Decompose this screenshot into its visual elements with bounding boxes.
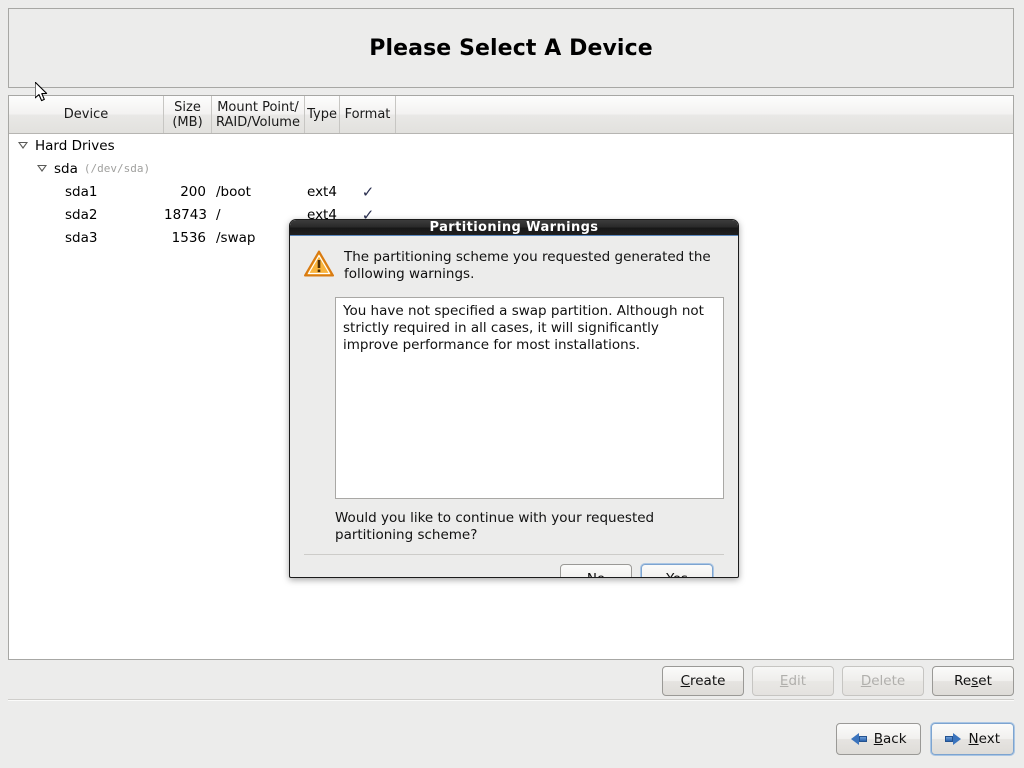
- device-name: sda3: [65, 229, 98, 246]
- column-header-mount-line1: Mount Point/: [217, 99, 299, 115]
- device-name: Hard Drives: [35, 137, 115, 154]
- cell-device: sda (/dev/sda): [9, 161, 164, 177]
- edit-button-label: Edit: [779, 673, 807, 689]
- back-button-label: Back: [873, 731, 907, 747]
- dialog-yes-button-label: Yes: [666, 571, 688, 578]
- cell-device: sda3: [9, 230, 164, 246]
- column-header-type[interactable]: Type: [305, 96, 340, 133]
- column-header-mount-point[interactable]: Mount Point/ RAID/Volume: [212, 96, 305, 133]
- header-panel: Please Select A Device: [8, 8, 1014, 88]
- dialog-warnings-textbox[interactable]: You have not specified a swap partition.…: [335, 297, 724, 499]
- dialog-yes-button[interactable]: Yes: [641, 564, 713, 578]
- create-button-label: Create: [680, 673, 726, 689]
- next-button[interactable]: Next: [930, 723, 1014, 755]
- column-header-format[interactable]: Format: [340, 96, 396, 133]
- column-header-size[interactable]: Size (MB): [164, 96, 212, 133]
- dialog-warning-message: The partitioning scheme you requested ge…: [344, 249, 711, 282]
- cell-size: 1536: [171, 229, 206, 246]
- page-title: Please Select A Device: [369, 35, 653, 61]
- dialog-question-text: Would you like to continue with your req…: [335, 510, 655, 543]
- arrow-right-icon: [944, 732, 962, 746]
- device-name: sda2: [65, 206, 98, 223]
- device-name: sda1: [65, 183, 98, 200]
- dialog-title: Partitioning Warnings: [429, 220, 599, 235]
- cell-size: 18743: [164, 206, 207, 223]
- chevron-down-icon[interactable]: [18, 142, 28, 149]
- column-header-device[interactable]: Device: [9, 96, 164, 133]
- navigation-buttons: Back Next: [8, 722, 1014, 756]
- column-header-filler: [396, 96, 1013, 133]
- back-button[interactable]: Back: [835, 723, 921, 755]
- device-name: sda: [54, 160, 78, 177]
- arrow-left-icon: [850, 732, 867, 746]
- cell-device: Hard Drives: [9, 138, 164, 154]
- partition-action-buttons: Create Edit Delete Reset: [8, 665, 1014, 697]
- next-button-label: Next: [968, 731, 1000, 747]
- delete-button[interactable]: Delete: [842, 666, 924, 696]
- dialog-action-buttons: No Yes: [304, 554, 724, 578]
- table-row[interactable]: sda1 200/boot ext4 ✓: [9, 180, 1013, 203]
- cell-device: sda1: [9, 184, 164, 200]
- dialog-body: The partitioning scheme you requested ge…: [290, 236, 738, 578]
- create-button[interactable]: Create: [662, 666, 744, 696]
- partitioning-warnings-dialog: Partitioning Warnings The partitioning s…: [289, 219, 739, 578]
- dialog-no-button-label: No: [587, 571, 605, 578]
- reset-button-label: Reset: [954, 673, 992, 689]
- dialog-no-button[interactable]: No: [560, 564, 632, 578]
- cell-size: 200: [180, 183, 206, 200]
- dialog-message-area: The partitioning scheme you requested ge…: [304, 248, 724, 283]
- installer-window: Please Select A Device Device Size (MB) …: [0, 0, 1024, 768]
- reset-button[interactable]: Reset: [932, 666, 1014, 696]
- column-header-size-line1: Size: [174, 99, 201, 115]
- warning-triangle-icon: [304, 250, 334, 277]
- table-header-row: Device Size (MB) Mount Point/ RAID/Volum…: [9, 96, 1013, 134]
- cell-mount-point: /boot: [216, 183, 251, 200]
- dialog-titlebar: Partitioning Warnings: [290, 220, 738, 236]
- delete-button-label: Delete: [860, 673, 906, 689]
- column-header-size-line2: (MB): [172, 114, 203, 130]
- edit-button[interactable]: Edit: [752, 666, 834, 696]
- cell-type: ext4: [307, 183, 337, 200]
- column-header-mount-line2: RAID/Volume: [216, 114, 300, 130]
- device-path: (/dev/sda): [83, 162, 151, 175]
- cell-format: ✓: [361, 182, 375, 201]
- table-row[interactable]: sda (/dev/sda): [9, 157, 1013, 180]
- cell-device: sda2: [9, 207, 164, 223]
- chevron-down-icon[interactable]: [37, 165, 47, 172]
- table-row[interactable]: Hard Drives: [9, 134, 1013, 157]
- nav-separator: [8, 699, 1014, 701]
